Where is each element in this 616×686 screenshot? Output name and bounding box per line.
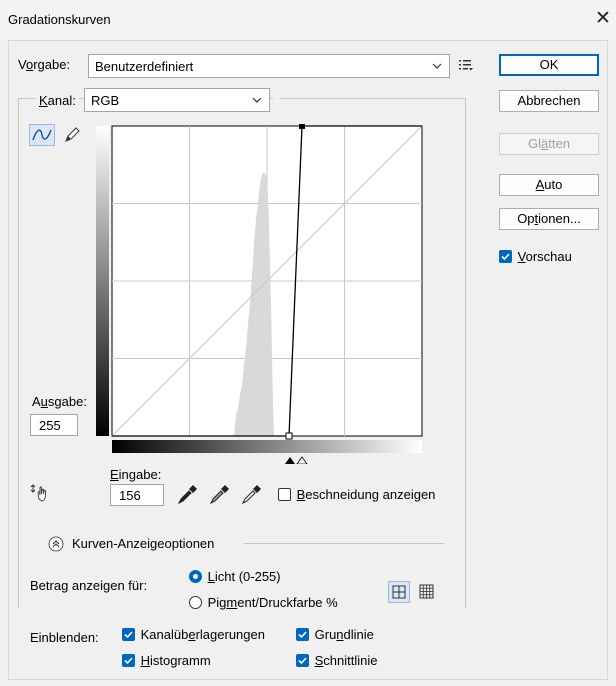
black-eyedropper-icon[interactable] <box>176 484 198 506</box>
collapse-icon[interactable] <box>48 536 64 552</box>
curve-icon <box>32 129 52 141</box>
detailed-grid-icon[interactable] <box>417 582 437 602</box>
channel-label: Kanal: <box>36 93 79 108</box>
preset-menu-icon[interactable] <box>458 58 474 72</box>
show-label: Einblenden: <box>30 630 99 645</box>
white-slider-icon[interactable] <box>296 456 308 464</box>
channel-overlays-label: Kanalüberlagerungen <box>140 627 265 642</box>
channel-value: RGB <box>91 93 120 108</box>
intersection-label: Schnittlinie <box>314 653 378 668</box>
close-icon[interactable]: ✕ <box>595 9 611 28</box>
preview-label: Vorschau <box>517 249 572 264</box>
input-gradient <box>112 440 422 453</box>
input-field[interactable]: 156 <box>110 484 164 506</box>
preset-select[interactable]: Benutzerdefiniert <box>88 54 450 78</box>
clipping-check-icon <box>278 488 291 501</box>
baseline-checkbox[interactable]: Grundlinie <box>296 627 374 644</box>
curve-point-white[interactable] <box>299 124 305 129</box>
clipping-label: Beschneidung anzeigen <box>296 487 436 502</box>
output-value: 255 <box>39 418 61 433</box>
white-eyedropper-icon[interactable] <box>240 484 262 506</box>
clipping-checkbox[interactable]: Beschneidung anzeigen <box>278 487 436 504</box>
preset-value: Benutzerdefiniert <box>95 59 194 74</box>
radio-off-icon <box>189 596 202 609</box>
input-value: 156 <box>119 488 141 503</box>
check-icon <box>296 654 309 667</box>
check-icon <box>122 654 135 667</box>
input-label: Eingabe: <box>110 467 162 482</box>
smooth-button[interactable]: Glätten <box>499 133 599 155</box>
simple-grid-icon <box>392 585 406 599</box>
ok-button[interactable]: OK <box>499 54 599 76</box>
black-slider-icon[interactable] <box>285 457 295 464</box>
options-button[interactable]: Optionen... <box>499 208 599 230</box>
curve-graph[interactable] <box>94 124 424 464</box>
check-icon <box>122 628 135 641</box>
preset-label: Vorgabe: <box>18 57 71 72</box>
cancel-button[interactable]: Abbrechen <box>499 90 599 112</box>
check-icon <box>296 628 309 641</box>
pencil-icon[interactable] <box>62 125 82 145</box>
auto-button[interactable]: Auto <box>499 174 599 196</box>
radio-on-icon <box>189 570 202 583</box>
chevron-down-icon <box>432 63 442 69</box>
on-image-adjust-icon[interactable] <box>30 482 52 504</box>
pigment-radio-label: Pigment/Druckfarbe % <box>207 595 338 610</box>
window-title: Gradationskurven <box>8 12 111 27</box>
amount-label: Betrag anzeigen für: <box>30 578 148 593</box>
curve-point-black[interactable] <box>285 432 293 440</box>
output-field[interactable]: 255 <box>30 414 78 436</box>
gray-eyedropper-icon[interactable] <box>208 484 230 506</box>
light-radio-label: Licht (0-255) <box>207 569 281 584</box>
intersection-checkbox[interactable]: Schnittlinie <box>296 653 378 670</box>
preview-checkbox[interactable]: Vorschau <box>499 249 572 266</box>
histogram-checkbox[interactable]: Histogramm <box>122 653 211 670</box>
baseline-label: Grundlinie <box>314 627 374 642</box>
output-gradient <box>96 126 109 436</box>
simple-grid-button[interactable] <box>388 581 410 603</box>
output-label: Ausgabe: <box>32 394 87 409</box>
light-radio[interactable]: Licht (0-255) <box>189 569 281 586</box>
channel-overlays-checkbox[interactable]: Kanalüberlagerungen <box>122 627 265 644</box>
display-options-label: Kurven-Anzeigeoptionen <box>72 536 215 551</box>
histogram-label: Histogramm <box>140 653 211 668</box>
preview-check-icon <box>499 250 512 263</box>
pigment-radio[interactable]: Pigment/Druckfarbe % <box>189 595 338 612</box>
chevron-down-icon <box>252 97 262 103</box>
curve-tool-button[interactable] <box>29 124 55 146</box>
channel-select[interactable]: RGB <box>84 88 270 112</box>
